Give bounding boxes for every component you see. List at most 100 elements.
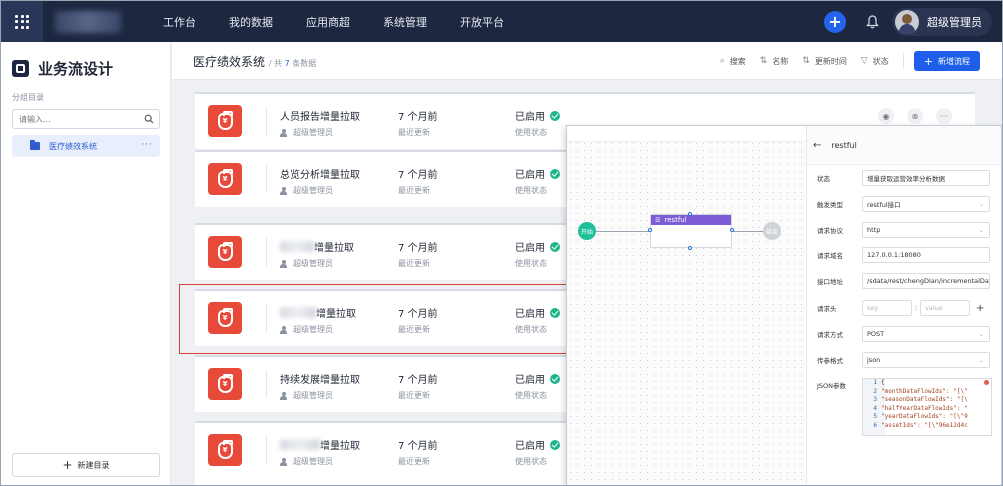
chevron-down-icon: ⌄: [978, 357, 984, 364]
update-time: 7 个月前: [398, 441, 438, 452]
bell-icon[interactable]: [862, 12, 882, 32]
money-bag-icon: ¥: [208, 236, 242, 268]
user-menu[interactable]: 超级管理员: [892, 7, 992, 36]
new-directory-button[interactable]: + 新建目录: [12, 453, 160, 477]
domain-field[interactable]: 127.0.0.1:18080: [862, 247, 990, 263]
header-value-input[interactable]: value: [920, 300, 970, 316]
nav-item-workbench[interactable]: 工作台: [163, 14, 196, 30]
nav-item-system[interactable]: 系统管理: [383, 14, 427, 30]
check-icon: [550, 373, 560, 384]
disable-icon[interactable]: ⊗: [907, 108, 923, 124]
flow-owner: 超级管理员: [280, 185, 333, 196]
chevron-down-icon: ⌄: [978, 201, 984, 208]
more-icon[interactable]: ···: [936, 108, 952, 124]
start-node[interactable]: 开始: [578, 222, 596, 240]
app-window: 工作台 我的数据 应用商超 系统管理 开放平台 + 超级管理员 业务流设计 分组…: [0, 0, 1003, 486]
header-key-input[interactable]: key: [862, 300, 912, 316]
status-label: 使用状态: [515, 391, 547, 400]
folder-label: 医疗绩效系统: [49, 141, 97, 151]
create-icon[interactable]: +: [824, 10, 846, 33]
record-count: / 共 7 条数据: [268, 59, 317, 68]
trigger-type-select[interactable]: restful接口 ⌄: [862, 196, 990, 212]
restful-node[interactable]: ☰ restful: [648, 212, 734, 250]
flow-editor-panel: 开始 ☰ restful 结束 ← restful 状态 增量获取运营效率分析数据…: [566, 125, 1002, 485]
filter-icon: ▽: [860, 56, 868, 66]
view-icon[interactable]: ◉: [878, 108, 894, 124]
user-icon: [280, 457, 287, 466]
sidebar-title: 业务流设计: [38, 60, 114, 78]
flow-edge: [732, 231, 763, 232]
app-grid-icon[interactable]: [1, 1, 43, 42]
search-input[interactable]: [19, 110, 139, 128]
update-time-label: 最近更新: [398, 457, 430, 466]
user-icon: [280, 128, 287, 137]
protocol-select[interactable]: http ⌄: [862, 222, 990, 238]
properties-title: restful: [831, 140, 857, 150]
user-icon: [280, 259, 287, 268]
json-params-label: JSON参数: [817, 382, 847, 390]
search-tool[interactable]: ⌕ 搜索: [720, 56, 746, 67]
add-header-icon[interactable]: +: [976, 303, 984, 314]
flow-owner: 超级管理员: [280, 127, 333, 138]
folder-icon: [30, 140, 40, 150]
flow-owner: 超级管理员: [280, 390, 333, 401]
page-title: 医疗绩效系统: [193, 55, 266, 69]
filter-status-tool[interactable]: ▽ 状态: [861, 56, 889, 67]
flow-canvas[interactable]: 开始 ☰ restful 结束: [567, 126, 806, 485]
update-time: 7 个月前: [398, 112, 438, 123]
user-icon: [280, 391, 287, 400]
endpoint-field[interactable]: /sdata/rest/chengDian/incrementalDa: [862, 273, 990, 289]
chevron-down-icon: ⌄: [978, 331, 984, 338]
search-icon[interactable]: [144, 114, 154, 124]
brand-logo: [55, 10, 121, 33]
avatar: [895, 9, 919, 34]
check-icon: [550, 168, 560, 179]
sort-time-tool[interactable]: ⇅ 更新时间: [802, 56, 847, 67]
money-bag-icon: ¥: [208, 105, 242, 137]
nav-item-app-market[interactable]: 应用商超: [306, 14, 350, 30]
trigger-type-label: 触发类型: [817, 201, 843, 209]
status-field[interactable]: 增量获取运营效率分析数据: [862, 170, 990, 186]
nav-item-open-platform[interactable]: 开放平台: [460, 14, 504, 30]
back-arrow-icon[interactable]: ←: [813, 140, 821, 151]
add-flow-button[interactable]: + 新增流程: [913, 51, 980, 71]
end-node[interactable]: 结束: [763, 222, 781, 240]
top-navbar: 工作台 我的数据 应用商超 系统管理 开放平台 + 超级管理员: [1, 1, 1002, 42]
status-badge: 已启用: [515, 371, 560, 386]
param-format-label: 传参格式: [817, 357, 843, 365]
sort-icon: ⇅: [759, 56, 768, 66]
status-label: 使用状态: [515, 457, 547, 466]
properties-panel: ← restful 状态 增量获取运营效率分析数据 触发类型 restful接口…: [806, 126, 1001, 485]
list-icon: ☰: [655, 216, 661, 224]
protocol-label: 请求协议: [817, 227, 843, 235]
folder-item[interactable]: 医疗绩效系统 ···: [12, 135, 160, 157]
status-label: 使用状态: [515, 186, 547, 195]
redacted-text: [280, 439, 320, 450]
status-label: 使用状态: [515, 128, 547, 137]
json-code-editor[interactable]: 1{ 2 "monthDataFlowIds": "[\" 3 "seasonD…: [862, 378, 992, 436]
plus-icon: +: [62, 458, 73, 472]
check-icon: [550, 439, 560, 450]
sort-name-tool[interactable]: ⇅ 名称: [760, 56, 789, 67]
method-label: 请求方式: [817, 331, 843, 339]
status-label: 使用状态: [515, 259, 547, 268]
check-icon: [550, 110, 560, 121]
main-nav: 工作台 我的数据 应用商超 系统管理 开放平台: [163, 14, 537, 30]
param-format-select[interactable]: json ⌄: [862, 352, 990, 368]
redacted-text: [280, 241, 314, 252]
status-badge: 已启用: [515, 108, 560, 123]
money-bag-icon: ¥: [208, 434, 242, 466]
nav-item-my-data[interactable]: 我的数据: [229, 14, 273, 30]
highlight-box: [179, 284, 581, 354]
money-bag-icon: ¥: [208, 368, 242, 400]
flow-edge: [596, 231, 650, 232]
check-icon: [550, 241, 560, 252]
flow-name: 总览分析增量拉取: [280, 170, 360, 181]
flow-name: 持续发展增量拉取: [280, 375, 360, 386]
domain-label: 请求域名: [817, 252, 843, 260]
more-icon[interactable]: ···: [141, 140, 153, 150]
method-select[interactable]: POST ⌄: [862, 326, 990, 342]
sidebar: 业务流设计 分组目录 医疗绩效系统 ··· + 新建目录: [1, 42, 171, 485]
status-badge: 已启用: [515, 239, 560, 254]
user-icon: [280, 186, 287, 195]
